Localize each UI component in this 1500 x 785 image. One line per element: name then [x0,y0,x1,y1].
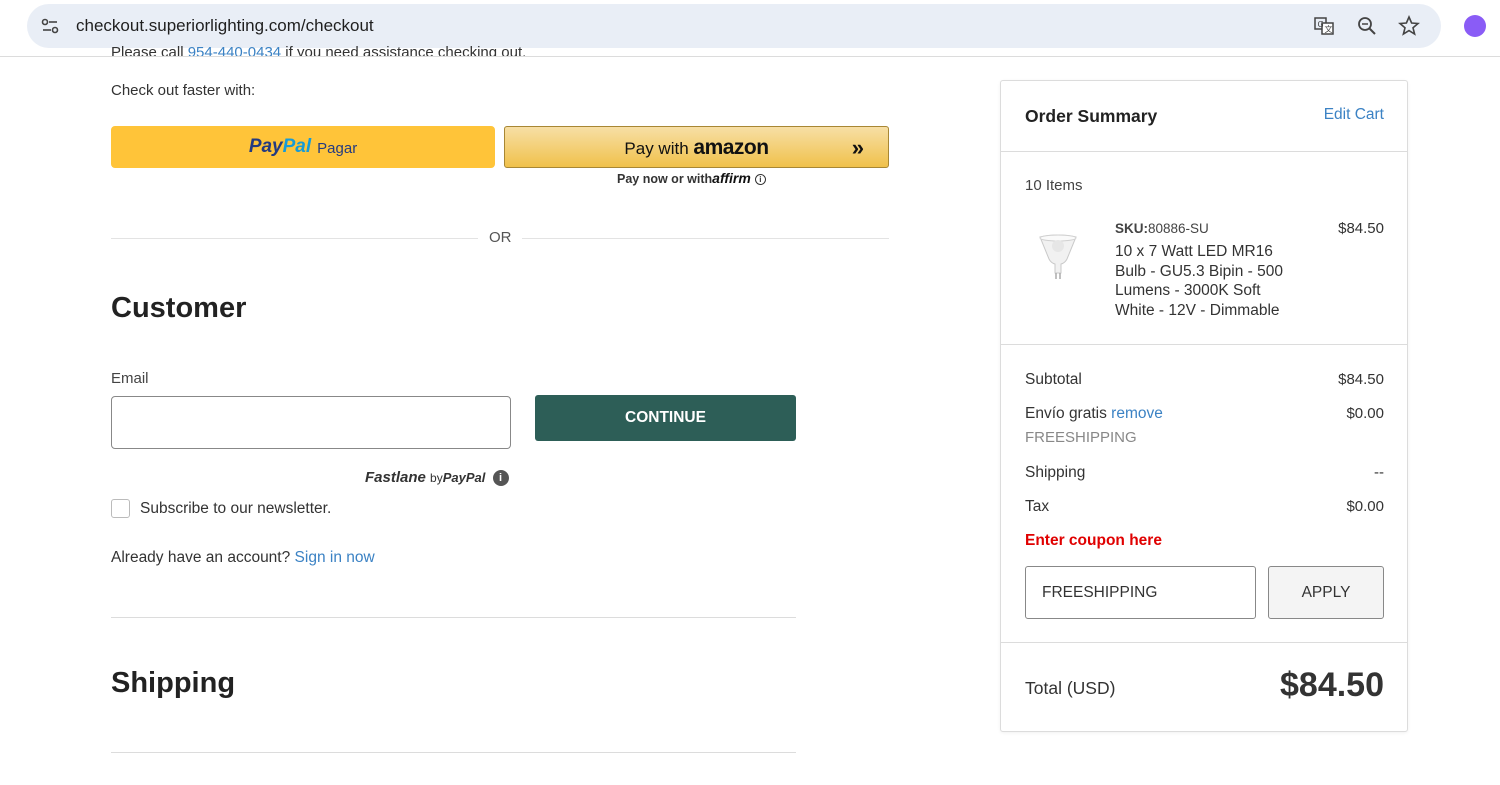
newsletter-label[interactable]: Subscribe to our newsletter. [140,500,331,518]
fastlane-logo: Fastlane [365,469,426,486]
zoom-icon[interactable] [1356,15,1378,37]
item-sku: SKU:80886-SU [1115,221,1209,236]
tax-label: Tax [1025,498,1050,515]
email-field[interactable] [111,396,511,449]
items-count: 10 Items [1025,177,1083,194]
continue-button[interactable]: CONTINUE [535,395,796,441]
item-name: 10 x 7 Watt LED MR16 Bulb - GU5.3 Bipin … [1115,243,1284,319]
paypal-button[interactable]: PayPal Pagar [111,126,495,168]
fastlane-by: by [430,471,443,485]
item-price: $84.50 [1338,220,1384,237]
shipping-value: -- [1374,464,1384,481]
email-label: Email [111,370,149,387]
sku-label: SKU: [1115,221,1148,236]
order-summary: Order Summary Edit Cart 10 Items SKU:808… [1000,80,1408,732]
summary-divider [1001,344,1407,345]
translate-icon[interactable]: G 文 [1313,15,1335,37]
total-label: Total (USD) [1025,678,1116,698]
customer-heading: Customer [111,292,247,324]
order-summary-title: Order Summary [1025,106,1158,126]
sign-in-prompt: Already have an account? Sign in now [111,549,375,567]
fastlane-by-paypal: Fastlane byPayPal i [365,469,509,487]
assistance-text: Please call 954-440-0434 if you need ass… [111,44,526,56]
paypal-logo-pay: Pay [248,136,283,157]
assist-phone-link[interactable]: 954-440-0434 [188,44,281,56]
assist-text-start: Please call [111,44,188,56]
checkout-faster-label: Check out faster with: [111,82,256,99]
free-shipping-row: Envío gratis remove [1025,405,1163,423]
sign-in-link[interactable]: Sign in now [295,549,375,566]
paypal-logo: PayPal [249,136,311,158]
free-shipping-label: Envío gratis [1025,405,1107,422]
affirm-logo: affirm [712,170,751,186]
free-shipping-value: $0.00 [1346,405,1384,422]
remove-coupon-link[interactable]: remove [1111,405,1163,422]
section-divider [111,617,796,618]
total-value: $84.50 [1280,666,1384,704]
sku-value: 80886-SU [1148,221,1209,236]
amazon-logo: amazon [693,136,769,159]
url-text[interactable]: checkout.superiorlighting.com/checkout [76,16,374,36]
product-image[interactable] [1037,233,1079,281]
assist-text-end: if you need assistance checking out. [281,44,527,56]
summary-divider [1001,642,1407,643]
or-divider-right [522,238,889,239]
account-question: Already have an account? [111,549,291,566]
profile-icon[interactable] [1464,15,1486,37]
amazon-pay-label: Pay with amazon [505,136,888,160]
bookmark-star-icon[interactable] [1398,15,1420,37]
double-chevron-icon: » [851,135,864,160]
address-bar[interactable]: checkout.superiorlighting.com/checkout G… [27,4,1441,48]
newsletter-checkbox[interactable] [111,499,130,518]
applied-coupon-code: FREESHIPPING [1025,429,1137,446]
coupon-prompt: Enter coupon here [1025,532,1162,549]
site-info-icon[interactable] [39,15,61,37]
amazon-pay-button[interactable]: Pay with amazon » [504,126,889,168]
svg-text:G: G [1318,20,1324,29]
fastlane-info-icon[interactable]: i [492,470,509,487]
subtotal-label: Subtotal [1025,371,1082,388]
affirm-prefix: Pay now or with [617,172,713,186]
subtotal-value: $84.50 [1338,371,1384,388]
coupon-field[interactable] [1025,566,1256,619]
shipping-heading: Shipping [111,667,236,699]
apply-coupon-button[interactable]: APPLY [1268,566,1384,619]
info-icon[interactable]: i [754,174,766,186]
or-separator: OR [489,229,512,246]
or-divider-left [111,238,478,239]
summary-divider [1001,151,1407,152]
section-divider [111,752,796,753]
shipping-label: Shipping [1025,464,1086,481]
tax-value: $0.00 [1346,498,1384,515]
affirm-note: Pay now or withaffirm i [617,170,766,186]
paypal-pagar-label: Pagar [317,139,358,157]
svg-text:文: 文 [1325,24,1333,34]
edit-cart-link[interactable]: Edit Cart [1324,106,1384,124]
amazon-pay-prefix: Pay with [624,139,694,158]
paypal-logo-pal: Pal [282,136,312,157]
fastlane-paypal: PayPal [442,470,486,485]
